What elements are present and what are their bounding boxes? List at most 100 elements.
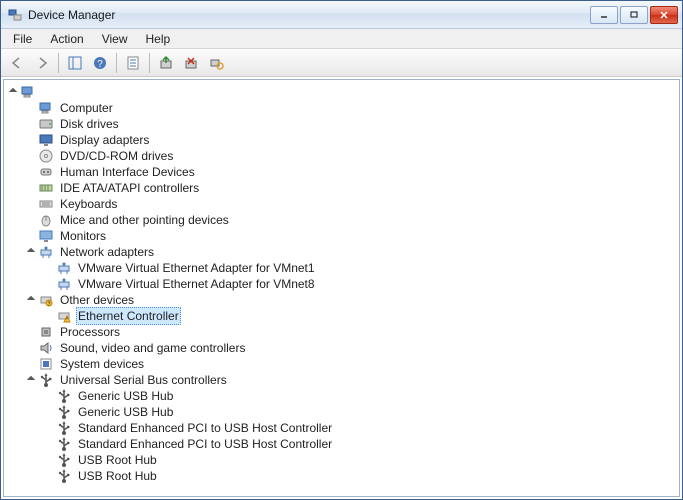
tree-node-label: Generic USB Hub	[76, 404, 175, 420]
maximize-button[interactable]	[620, 6, 648, 24]
other-icon: ?	[38, 292, 54, 308]
usb-icon	[56, 436, 72, 452]
usb-icon	[56, 420, 72, 436]
menu-help[interactable]: Help	[138, 30, 179, 48]
sound-icon	[38, 340, 54, 356]
tree-node[interactable]: USB Root Hub	[6, 468, 677, 484]
svg-text:?: ?	[48, 302, 51, 308]
forward-button[interactable]	[30, 51, 54, 75]
tree-node-label: Standard Enhanced PCI to USB Host Contro…	[76, 436, 334, 452]
window-title: Device Manager	[28, 8, 590, 22]
tree-node[interactable]: Mice and other pointing devices	[6, 212, 677, 228]
network-icon	[56, 260, 72, 276]
menubar: File Action View Help	[1, 29, 682, 49]
close-button[interactable]	[650, 6, 678, 24]
tree-node[interactable]: Human Interface Devices	[6, 164, 677, 180]
update-driver-button[interactable]	[154, 51, 178, 75]
device-tree[interactable]: ComputerDisk drivesDisplay adaptersDVD/C…	[3, 79, 680, 497]
disk-icon	[38, 116, 54, 132]
back-button[interactable]	[5, 51, 29, 75]
computer-icon	[38, 100, 54, 116]
tree-node[interactable]: Disk drives	[6, 116, 677, 132]
properties-button[interactable]	[121, 51, 145, 75]
usb-icon	[56, 468, 72, 484]
tree-node-label: Processors	[58, 324, 122, 340]
toolbar-separator	[58, 53, 59, 73]
svg-text:!: !	[66, 318, 67, 324]
tree-node[interactable]: VMware Virtual Ethernet Adapter for VMne…	[6, 276, 677, 292]
tree-node-label: VMware Virtual Ethernet Adapter for VMne…	[76, 260, 317, 276]
tree-node[interactable]: Computer	[6, 100, 677, 116]
tree-node-label: Disk drives	[58, 116, 121, 132]
device-manager-window: Device Manager File Action View Help	[0, 0, 683, 500]
tree-node-label: Standard Enhanced PCI to USB Host Contro…	[76, 420, 334, 436]
toolbar-separator	[149, 53, 150, 73]
tree-node[interactable]: IDE ATA/ATAPI controllers	[6, 180, 677, 196]
tree-node-label: Mice and other pointing devices	[58, 212, 231, 228]
other-warn-icon: !	[56, 308, 72, 324]
tree-node-label: Display adapters	[58, 132, 151, 148]
tree-node[interactable]: Keyboards	[6, 196, 677, 212]
uninstall-button[interactable]	[179, 51, 203, 75]
usb-icon	[56, 388, 72, 404]
keyboard-icon	[38, 196, 54, 212]
toolbar: ?	[1, 49, 682, 77]
collapse-icon[interactable]	[24, 373, 38, 387]
network-icon	[56, 276, 72, 292]
usb-icon	[56, 452, 72, 468]
svg-text:?: ?	[97, 59, 103, 70]
scan-hardware-button[interactable]	[204, 51, 228, 75]
tree-node[interactable]: System devices	[6, 356, 677, 372]
tree-node-label: Computer	[58, 100, 115, 116]
tree-node-label: Universal Serial Bus controllers	[58, 372, 229, 388]
toolbar-separator	[116, 53, 117, 73]
tree-node[interactable]: ? Other devices	[6, 292, 677, 308]
tree-node[interactable]: Standard Enhanced PCI to USB Host Contro…	[6, 420, 677, 436]
dvd-icon	[38, 148, 54, 164]
menu-file[interactable]: File	[5, 30, 40, 48]
tree-node-label: Other devices	[58, 292, 136, 308]
monitor-icon	[38, 228, 54, 244]
computer-icon	[20, 84, 36, 100]
tree-node[interactable]: Universal Serial Bus controllers	[6, 372, 677, 388]
tree-node[interactable]: Generic USB Hub	[6, 388, 677, 404]
tree-node[interactable]: VMware Virtual Ethernet Adapter for VMne…	[6, 260, 677, 276]
tree-node-label: Ethernet Controller	[76, 307, 181, 325]
hid-icon	[38, 164, 54, 180]
tree-node[interactable]: Generic USB Hub	[6, 404, 677, 420]
tree-node[interactable]: Display adapters	[6, 132, 677, 148]
cpu-icon	[38, 324, 54, 340]
menu-view[interactable]: View	[94, 30, 136, 48]
collapse-icon[interactable]	[24, 245, 38, 259]
menu-action[interactable]: Action	[42, 30, 91, 48]
tree-node-label: Human Interface Devices	[58, 164, 197, 180]
titlebar[interactable]: Device Manager	[1, 1, 682, 29]
minimize-button[interactable]	[590, 6, 618, 24]
tree-node-label: USB Root Hub	[76, 468, 159, 484]
tree-node-label: IDE ATA/ATAPI controllers	[58, 180, 201, 196]
usb-icon	[38, 372, 54, 388]
tree-node[interactable]: Network adapters	[6, 244, 677, 260]
collapse-icon[interactable]	[6, 85, 20, 99]
tree-node-label: System devices	[58, 356, 146, 372]
tree-node[interactable]: Standard Enhanced PCI to USB Host Contro…	[6, 436, 677, 452]
show-hide-tree-button[interactable]	[63, 51, 87, 75]
collapse-icon[interactable]	[24, 293, 38, 307]
tree-node[interactable]: ! Ethernet Controller	[6, 308, 677, 324]
app-icon	[7, 7, 23, 23]
tree-node-label: VMware Virtual Ethernet Adapter for VMne…	[76, 276, 317, 292]
help-button[interactable]: ?	[88, 51, 112, 75]
tree-node[interactable]: Monitors	[6, 228, 677, 244]
tree-node-label: USB Root Hub	[76, 452, 159, 468]
system-icon	[38, 356, 54, 372]
tree-node-label: Keyboards	[58, 196, 119, 212]
usb-icon	[56, 404, 72, 420]
tree-root[interactable]	[6, 84, 677, 100]
tree-node-label: Sound, video and game controllers	[58, 340, 247, 356]
tree-node[interactable]: DVD/CD-ROM drives	[6, 148, 677, 164]
tree-node-label: Network adapters	[58, 244, 156, 260]
tree-node[interactable]: USB Root Hub	[6, 452, 677, 468]
tree-node[interactable]: Sound, video and game controllers	[6, 340, 677, 356]
tree-node[interactable]: Processors	[6, 324, 677, 340]
display-icon	[38, 132, 54, 148]
